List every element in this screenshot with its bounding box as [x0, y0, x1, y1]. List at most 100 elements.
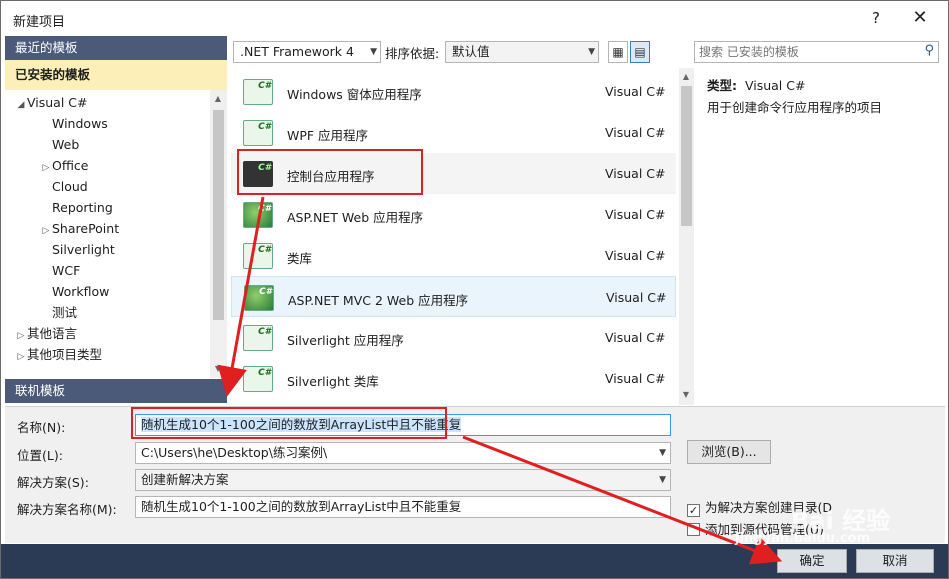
template-row-class-library[interactable]: C# 类库 Visual C#	[231, 235, 676, 276]
template-row-console[interactable]: C# 控制台应用程序 Visual C#	[231, 153, 676, 194]
class-library-icon: C#	[243, 243, 273, 269]
tree-scrollbar[interactable]: ▲ ▼	[210, 90, 227, 378]
sort-value: 默认值	[452, 44, 490, 59]
browse-button[interactable]: 浏览(B)...	[687, 440, 771, 464]
tree-node-label: Office	[52, 158, 89, 173]
tree-node-label: Silverlight	[52, 242, 115, 257]
scroll-down-icon[interactable]: ▼	[679, 388, 693, 402]
tree-node-office[interactable]: ▷ Office	[5, 155, 210, 176]
tree-node-cloud[interactable]: Cloud	[5, 176, 210, 197]
template-name: Windows 窗体应用程序	[287, 87, 422, 102]
tree-node-label: Visual C#	[27, 95, 88, 110]
recent-templates-header[interactable]: 最近的模板	[5, 36, 227, 60]
help-button[interactable]: ?	[859, 5, 893, 31]
location-combobox[interactable]: C:\Users\he\Desktop\练习案例\ ▼	[135, 442, 671, 464]
template-row-winforms[interactable]: C# Windows 窗体应用程序 Visual C#	[231, 71, 676, 112]
tree-node-wcf[interactable]: WCF	[5, 260, 210, 281]
tree-node-other-languages[interactable]: ▷ 其他语言	[5, 323, 210, 344]
tree-node-label: 测试	[52, 305, 78, 320]
search-icon[interactable]: ⚲	[924, 43, 934, 58]
template-name: Silverlight 类库	[287, 374, 379, 389]
tree-node-other-project-types[interactable]: ▷ 其他项目类型	[5, 344, 210, 365]
close-button[interactable]: ✕	[903, 5, 937, 31]
checkbox-unchecked-icon[interactable]	[687, 523, 700, 536]
tree-node-windows[interactable]: Windows	[5, 113, 210, 134]
search-input[interactable]	[695, 42, 911, 62]
name-label: 名称(N):	[17, 420, 66, 435]
template-row-wpf[interactable]: C# WPF 应用程序 Visual C#	[231, 112, 676, 153]
template-name: ASP.NET Web 应用程序	[287, 210, 424, 225]
scroll-up-icon[interactable]: ▲	[211, 92, 225, 106]
template-row-aspnet[interactable]: C# ASP.NET Web 应用程序 Visual C#	[231, 194, 676, 235]
list-view-icon: ▤	[634, 45, 646, 59]
template-name: Silverlight 应用程序	[287, 333, 404, 348]
template-language: Visual C#	[605, 84, 666, 99]
chevron-down-icon: ▼	[659, 448, 666, 458]
framework-select[interactable]: .NET Framework 4 ▼	[233, 41, 381, 63]
ok-button[interactable]: 确定	[777, 549, 847, 573]
chevron-down-icon: ▼	[659, 475, 666, 485]
tree-node-test[interactable]: 测试	[5, 302, 210, 323]
solution-label: 解决方案(S):	[17, 475, 89, 490]
scroll-up-icon[interactable]: ▲	[679, 70, 693, 84]
template-name: 类库	[287, 251, 313, 266]
winforms-icon: C#	[243, 79, 273, 105]
template-row-aspnet-mvc[interactable]: C# ASP.NET MVC 2 Web 应用程序 Visual C#	[231, 276, 676, 317]
scroll-down-icon[interactable]: ▼	[211, 362, 225, 376]
cancel-button[interactable]: 取消	[856, 549, 934, 573]
installed-templates-header[interactable]: 已安装的模板	[5, 60, 227, 90]
tree-node-label: 其他项目类型	[27, 347, 103, 362]
tree-node-visual-csharp[interactable]: ◢ Visual C#	[5, 92, 210, 113]
create-directory-checkbox[interactable]: ✓ 为解决方案创建目录(D	[687, 497, 832, 517]
tree-node-label: Web	[52, 137, 80, 152]
chevron-down-icon: ▼	[588, 47, 595, 57]
tree-node-workflow[interactable]: Workflow	[5, 281, 210, 302]
scroll-thumb[interactable]	[681, 86, 692, 226]
create-directory-label: 为解决方案创建目录(D	[705, 500, 833, 515]
template-row-silverlight-library[interactable]: C# Silverlight 类库 Visual C#	[231, 358, 676, 399]
template-name: ASP.NET MVC 2 Web 应用程序	[288, 293, 469, 308]
tree-node-reporting[interactable]: Reporting	[5, 197, 210, 218]
tree-node-label: WCF	[52, 263, 81, 278]
aspnet-icon: C#	[243, 202, 273, 228]
template-description: 用于创建命令行应用程序的项目	[707, 100, 883, 115]
project-name-input[interactable]: 随机生成10个1-100之间的数放到ArrayList中且不能重复	[135, 414, 671, 436]
checkbox-checked-icon[interactable]: ✓	[687, 504, 700, 517]
project-name-value: 随机生成10个1-100之间的数放到ArrayList中且不能重复	[141, 417, 462, 432]
expand-arrow-icon[interactable]: ◢	[15, 95, 27, 116]
expand-arrow-icon[interactable]: ▷	[15, 347, 27, 368]
sort-label: 排序依据:	[385, 46, 440, 61]
template-language: Visual C#	[606, 290, 667, 305]
tree-node-sharepoint[interactable]: ▷ SharePoint	[5, 218, 210, 239]
small-icons-view-button[interactable]: ▦	[608, 41, 628, 63]
solution-select[interactable]: 创建新解决方案 ▼	[135, 469, 671, 491]
project-settings-form: 名称(N): 随机生成10个1-100之间的数放到ArrayList中且不能重复…	[5, 406, 945, 543]
template-language: Visual C#	[605, 371, 666, 386]
grid-view-icon: ▦	[612, 45, 624, 59]
location-value: C:\Users\he\Desktop\练习案例\	[141, 445, 328, 460]
framework-value: .NET Framework 4	[240, 44, 354, 59]
add-to-source-control-checkbox[interactable]: 添加到源代码管理(U)	[687, 519, 824, 538]
tree-node-label: SharePoint	[52, 221, 120, 236]
solution-name-input[interactable]: 随机生成10个1-100之间的数放到ArrayList中且不能重复	[135, 496, 671, 518]
template-language: Visual C#	[605, 330, 666, 345]
templates-scrollbar[interactable]: ▲ ▼	[679, 68, 694, 405]
list-view-button[interactable]: ▤	[630, 41, 650, 63]
tree-node-web[interactable]: Web	[5, 134, 210, 155]
template-language: Visual C#	[605, 166, 666, 181]
scroll-thumb[interactable]	[213, 110, 224, 320]
add-to-source-control-label: 添加到源代码管理(U)	[705, 522, 824, 537]
template-row-silverlight[interactable]: C# Silverlight 应用程序 Visual C#	[231, 317, 676, 358]
tree-node-label: Reporting	[52, 200, 113, 215]
template-toolbar: .NET Framework 4 ▼ 排序依据: 默认值 ▼ ▦ ▤	[227, 36, 682, 68]
sort-select[interactable]: 默认值 ▼	[445, 41, 599, 63]
solution-name-value: 随机生成10个1-100之间的数放到ArrayList中且不能重复	[141, 499, 462, 514]
template-language: Visual C#	[605, 207, 666, 222]
online-templates-header[interactable]: 联机模板	[5, 379, 227, 403]
template-language: Visual C#	[605, 248, 666, 263]
silverlight-icon: C#	[243, 325, 273, 351]
silverlight-library-icon: C#	[243, 366, 273, 392]
tree-node-silverlight[interactable]: Silverlight	[5, 239, 210, 260]
template-language: Visual C#	[605, 125, 666, 140]
template-details: 类型: Visual C# 用于创建命令行应用程序的项目	[707, 75, 937, 119]
